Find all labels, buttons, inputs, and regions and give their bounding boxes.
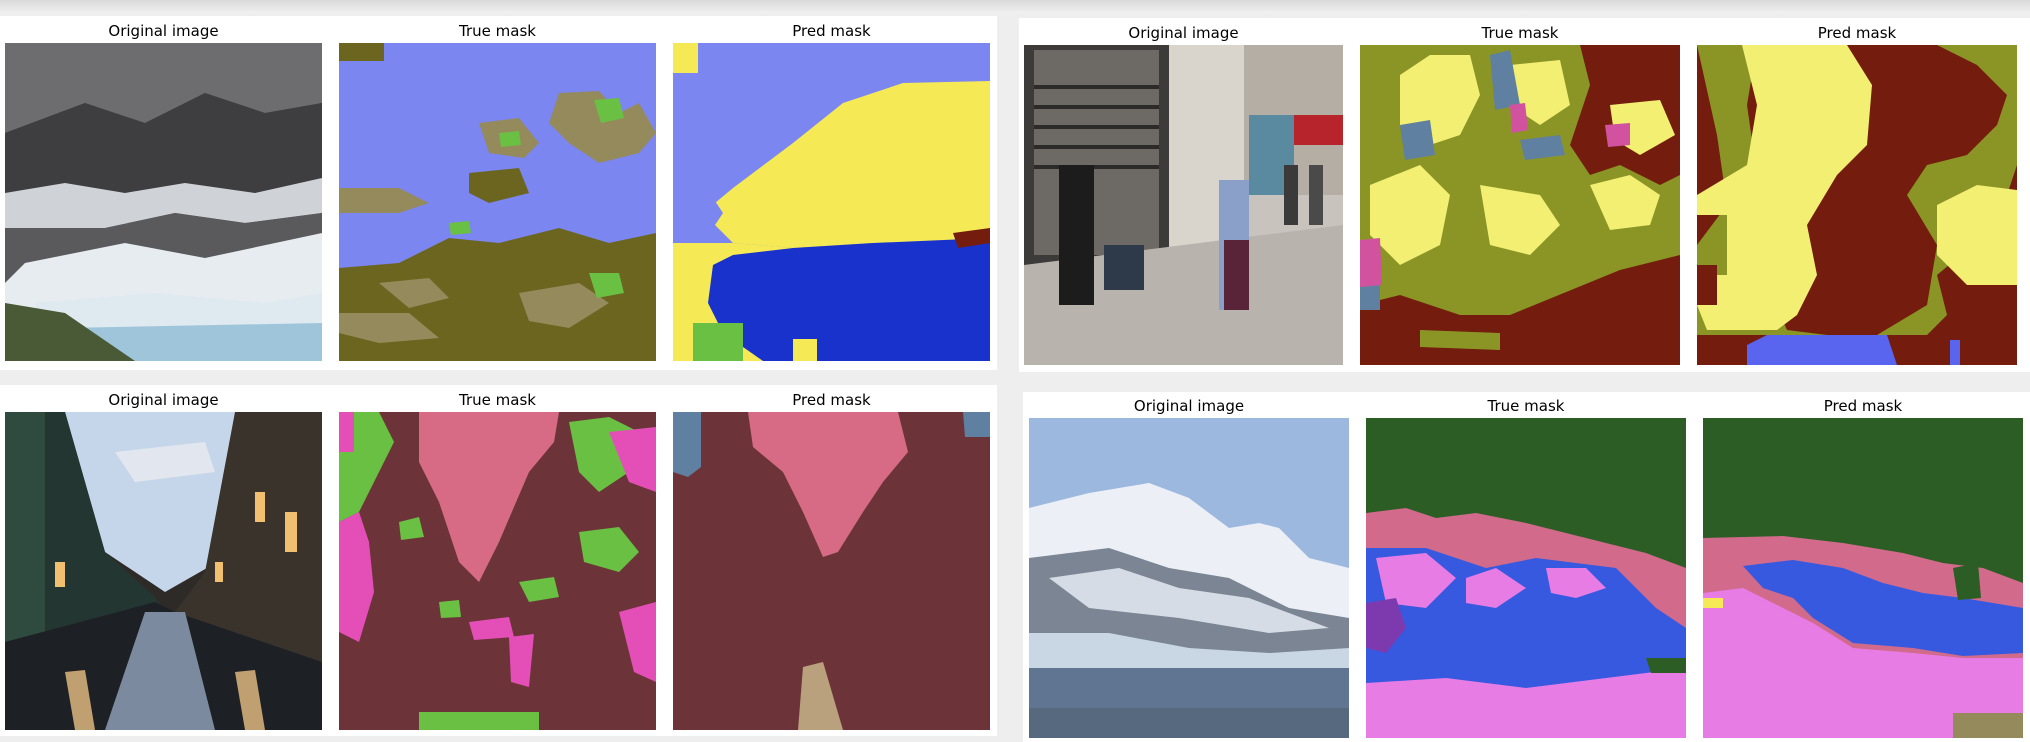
pred-mask-cell: Pred mask [673,390,990,732]
street-photo [1024,45,1343,365]
pred-mask-title: Pred mask [1823,397,1903,415]
original-image-cell: Original image [1024,23,1343,365]
true-mask-cell: True mask [339,390,656,732]
true-mask-cell: True mask [1366,396,1686,738]
result-panel-mountain: Original image True mask Pred mask [0,16,997,370]
true-mask-title: True mask [459,391,536,409]
true-mask-image [1360,45,1680,365]
pred-mask-cell: Pred mask [1703,396,2023,738]
original-image-cell: Original image [1029,396,1349,738]
glacier-photo [1029,418,1349,738]
original-image-cell: Original image [5,390,322,732]
original-image-title: Original image [108,22,219,40]
pred-mask-title: Pred mask [1817,24,1897,42]
pred-mask-cell: Pred mask [1697,23,2017,365]
original-image-title: Original image [1133,397,1245,415]
true-mask-title: True mask [1481,24,1559,42]
original-image-cell: Original image [5,21,322,361]
pred-mask-title: Pred mask [792,22,871,40]
true-mask-image [1366,418,1686,738]
pred-mask-image [673,43,990,361]
original-image-title: Original image [108,391,219,409]
true-mask-title: True mask [459,22,536,40]
result-panel-street: Original image True mask Pred mask [1019,18,2030,372]
true-mask-image [339,43,656,361]
pred-mask-title: Pred mask [792,391,871,409]
mountain-photo [5,43,322,361]
true-mask-image [339,412,656,730]
original-image-title: Original image [1128,24,1239,42]
pred-mask-image [673,412,990,730]
pred-mask-cell: Pred mask [673,21,990,361]
true-mask-title: True mask [1487,397,1565,415]
pred-mask-image [1703,418,2023,738]
true-mask-cell: True mask [339,21,656,361]
window-top-shadow [0,0,2030,14]
result-panel-city: Original image True mask Pred mask [0,385,997,736]
result-panel-glacier: Original image True mask Pred mask [1023,392,2030,742]
true-mask-cell: True mask [1360,23,1680,365]
city-street-photo [5,412,322,730]
pred-mask-image [1697,45,2017,365]
